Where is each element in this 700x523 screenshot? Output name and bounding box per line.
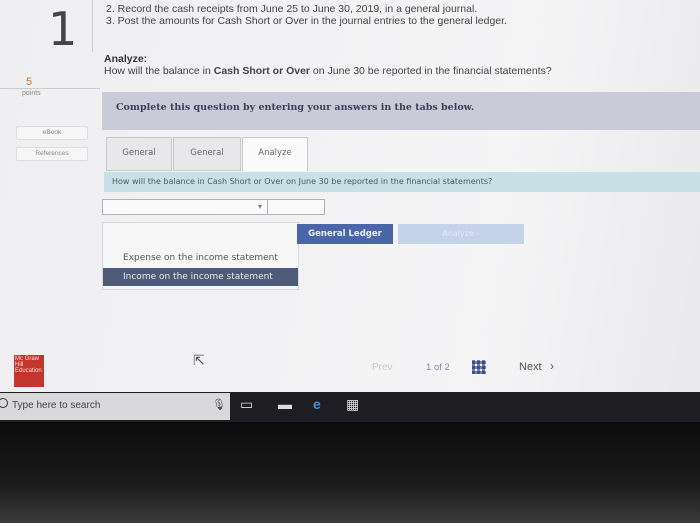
analyze-question-post: on June 30 be reported in the financial …: [310, 65, 552, 77]
answer-input[interactable]: [267, 199, 325, 215]
analyze-question-pre: How will the balance in: [104, 65, 214, 77]
points-value: 5: [26, 76, 33, 88]
analyze-question: How will the balance in Cash Short or Ov…: [104, 65, 552, 77]
chevron-right-icon[interactable]: ›: [550, 359, 554, 373]
tab-label-line1: General: [190, 148, 224, 158]
answer-select[interactable]: [102, 199, 268, 215]
next-button[interactable]: Next: [519, 361, 542, 373]
task-view-icon[interactable]: ▭: [240, 396, 253, 413]
points-label: points: [22, 90, 41, 97]
chevron-down-icon[interactable]: ▾: [254, 200, 266, 214]
answer-dropdown-menu: Expense on the income statement Income o…: [102, 222, 299, 290]
page-current: 1: [426, 362, 432, 373]
references-button[interactable]: References: [16, 147, 88, 161]
chevron-right-icon: ›: [476, 229, 480, 238]
logo-text: Mc Graw Hill Education: [15, 356, 42, 374]
tab-label-line1: General: [122, 148, 156, 158]
grid-icon[interactable]: [472, 360, 486, 374]
calculator-icon[interactable]: ▦: [346, 396, 359, 413]
tab-question-text: How will the balance in Cash Short or Ov…: [112, 177, 493, 186]
tab-general-ledger[interactable]: GeneralLedger: [173, 137, 241, 183]
tab-label-line1: Analyze: [258, 148, 292, 158]
general-ledger-button[interactable]: General Ledger: [297, 224, 393, 244]
analyze-question-bold: Cash Short or Over: [213, 65, 311, 77]
page-total: 2: [444, 362, 450, 373]
instruction-step-2: 2. Record the cash receipts from June 25…: [106, 3, 478, 15]
prev-button[interactable]: Prev: [372, 362, 393, 373]
instructions-banner: Complete this question by entering your …: [102, 92, 700, 130]
analyze-button-label: Analyze: [442, 229, 474, 238]
dropdown-option-expense[interactable]: Expense on the income statement: [103, 249, 298, 267]
page-indicator: 1 of 2: [426, 362, 450, 373]
tab-analyze[interactable]: Analyze: [242, 137, 308, 171]
analyze-title: Analyze:: [104, 53, 148, 65]
question-number: 1: [48, 2, 78, 56]
search-placeholder[interactable]: Type here to search: [12, 400, 100, 411]
tab-question-bar: How will the balance in Cash Short or Ov…: [104, 172, 700, 192]
publisher-logo: Mc Graw Hill Education: [14, 355, 44, 387]
sidebar-divider: [0, 88, 100, 89]
ebook-button[interactable]: eBook: [16, 126, 88, 140]
dropdown-option-income[interactable]: Income on the income statement: [103, 268, 298, 286]
question-number-panel: [0, 0, 93, 52]
analyze-button[interactable]: Analyze ›: [398, 224, 524, 244]
mouse-cursor-icon: ⇱: [193, 352, 205, 368]
page-of-label: of: [433, 362, 442, 373]
banner-text: Complete this question by entering your …: [116, 102, 475, 113]
browser-content: 1 2. Record the cash receipts from June …: [0, 0, 700, 392]
monitor-bezel: [0, 422, 700, 523]
edge-browser-icon[interactable]: e: [313, 396, 321, 412]
file-explorer-icon[interactable]: ▬: [278, 396, 292, 412]
instruction-step-3: 3. Post the amounts for Cash Short or Ov…: [106, 15, 507, 27]
instructions: 2. Record the cash receipts from June 25…: [106, 3, 507, 27]
microphone-icon[interactable]: 🎙: [212, 398, 226, 411]
tab-general-journal[interactable]: GeneralJournal: [106, 137, 172, 183]
